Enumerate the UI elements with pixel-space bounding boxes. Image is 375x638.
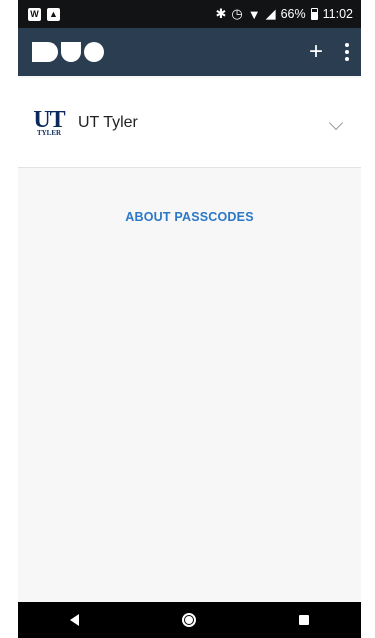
back-icon[interactable] — [69, 614, 79, 626]
account-row-ut-tyler[interactable]: UT TYLER UT Tyler — [18, 78, 361, 168]
recent-apps-icon[interactable] — [299, 615, 310, 625]
account-name: UT Tyler — [78, 113, 138, 131]
signal-icon: ◢ — [265, 6, 276, 21]
app-frame: W ▲ ✱ ◷ ▼ ◢ 66% 11:02 + UT TYLER UT Tyle… — [18, 0, 361, 638]
image-notification-icon: ▲ — [47, 7, 60, 21]
battery-icon — [310, 8, 318, 20]
status-bar: W ▲ ✱ ◷ ▼ ◢ 66% 11:02 — [18, 0, 361, 28]
home-icon[interactable] — [181, 613, 196, 627]
about-passcodes-link[interactable]: ABOUT PASSCODES — [18, 210, 361, 224]
navigation-bar — [18, 602, 361, 638]
alarm-icon: ◷ — [231, 6, 243, 21]
whatsapp-notification-icon: W — [28, 7, 41, 21]
ut-tyler-logo: UT TYLER — [33, 106, 65, 137]
duo-logo — [32, 42, 104, 62]
add-account-button[interactable]: + — [309, 40, 323, 64]
chevron-down-icon[interactable] — [328, 115, 344, 130]
wifi-icon: ▼ — [247, 6, 261, 22]
battery-percent: 66% — [280, 7, 306, 21]
bluetooth-icon: ✱ — [215, 6, 227, 21]
overflow-menu-button[interactable] — [345, 43, 349, 61]
clock: 11:02 — [322, 7, 353, 21]
app-bar: + — [18, 28, 361, 76]
